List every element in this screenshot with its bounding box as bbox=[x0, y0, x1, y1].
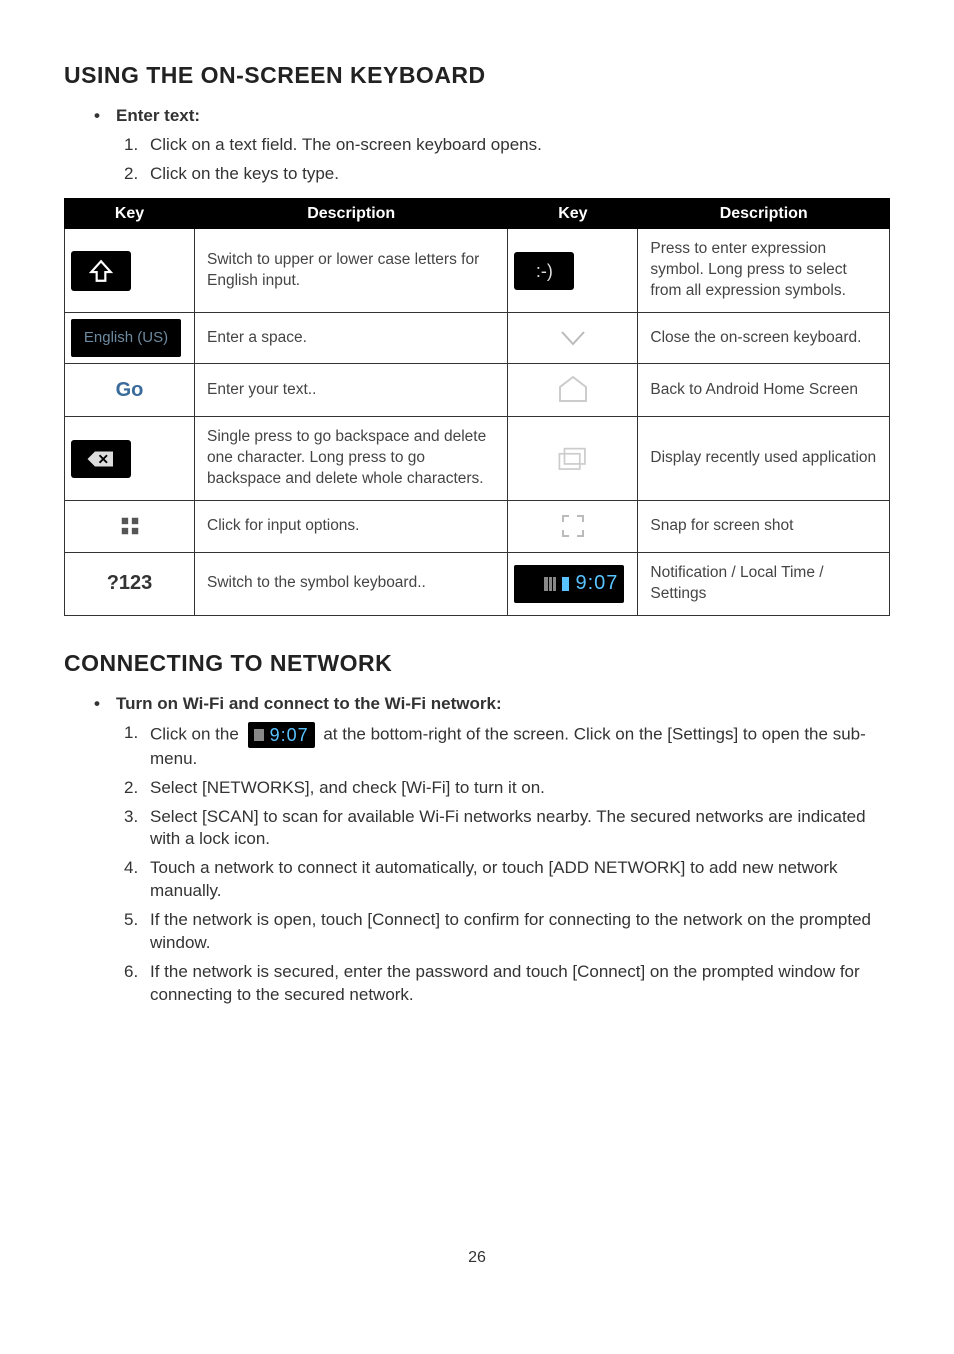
wifi-step-6-text: If the network is secured, enter the pas… bbox=[150, 962, 860, 1004]
status-time: 9:07 bbox=[575, 570, 618, 597]
desc-symbol-kbd: Switch to the symbol keyboard.. bbox=[195, 552, 508, 615]
wifi-step-5: 5.If the network is open, touch [Connect… bbox=[124, 909, 890, 955]
desc-go: Enter your text.. bbox=[195, 364, 508, 417]
inline-status-bar-icon: 9:07 bbox=[248, 722, 315, 748]
desc-home: Back to Android Home Screen bbox=[638, 364, 890, 417]
screenshot-icon bbox=[543, 507, 603, 545]
wifi-steps: 1. Click on the 9:07 at the bottom-right… bbox=[124, 722, 890, 1007]
wifi-step-1: 1. Click on the 9:07 at the bottom-right… bbox=[124, 722, 890, 771]
table-row: English (US) Enter a space. Close the on… bbox=[65, 313, 890, 364]
input-options-icon bbox=[100, 507, 160, 545]
wifi-title: Turn on Wi-Fi and connect to the Wi-Fi n… bbox=[94, 693, 890, 716]
wifi-step-5-text: If the network is open, touch [Connect] … bbox=[150, 910, 871, 952]
recent-apps-icon bbox=[543, 439, 603, 477]
desc-smiley: Press to enter expression symbol. Long p… bbox=[638, 229, 890, 313]
step-2-text: Click on the keys to type. bbox=[150, 164, 339, 183]
wifi-step-3-text: Select [SCAN] to scan for available Wi-F… bbox=[150, 807, 866, 849]
enter-text-block: Enter text: 1.Click on a text field. The… bbox=[94, 105, 890, 186]
desc-backspace: Single press to go backspace and delete … bbox=[195, 417, 508, 501]
wifi-step-4: 4.Touch a network to connect it automati… bbox=[124, 857, 890, 903]
step-1-text: Click on a text field. The on-screen key… bbox=[150, 135, 542, 154]
backspace-key-icon bbox=[71, 440, 131, 478]
smiley-key-icon: :-) bbox=[514, 252, 574, 290]
desc-shift: Switch to upper or lower case letters fo… bbox=[195, 229, 508, 313]
symbol-keyboard-icon: ?123 bbox=[100, 565, 160, 603]
page-number: 26 bbox=[64, 1247, 890, 1269]
inline-signal-icon bbox=[254, 729, 264, 741]
wifi-step-3: 3.Select [SCAN] to scan for available Wi… bbox=[124, 806, 890, 852]
desc-screenshot: Snap for screen shot bbox=[638, 500, 890, 552]
close-keyboard-icon bbox=[543, 319, 603, 357]
wifi-step-2: 2.Select [NETWORKS], and check [Wi-Fi] t… bbox=[124, 777, 890, 800]
wifi-step-4-text: Touch a network to connect it automatica… bbox=[150, 858, 838, 900]
table-row: ?123 Switch to the symbol keyboard.. 9:0… bbox=[65, 552, 890, 615]
status-bar-icon: 9:07 bbox=[514, 565, 624, 603]
enter-text-title: Enter text: bbox=[94, 105, 890, 128]
table-row: Click for input options. Snap for screen… bbox=[65, 500, 890, 552]
section-heading-keyboard: USING THE ON-SCREEN KEYBOARD bbox=[64, 60, 890, 91]
shift-key-icon bbox=[71, 251, 131, 291]
desc-input-options: Click for input options. bbox=[195, 500, 508, 552]
wifi-step-1-pre: Click on the bbox=[150, 724, 239, 743]
signal-bars-icon bbox=[544, 577, 556, 591]
enter-text-steps: 1.Click on a text field. The on-screen k… bbox=[124, 134, 890, 186]
wifi-block: Turn on Wi-Fi and connect to the Wi-Fi n… bbox=[94, 693, 890, 1007]
section-heading-network: CONNECTING TO NETWORK bbox=[64, 648, 890, 679]
wifi-step-6: 6.If the network is secured, enter the p… bbox=[124, 961, 890, 1007]
desc-recent: Display recently used application bbox=[638, 417, 890, 501]
table-row: Single press to go backspace and delete … bbox=[65, 417, 890, 501]
desc-close-kbd: Close the on-screen keyboard. bbox=[638, 313, 890, 364]
keys-table: Key Description Key Description Switch t… bbox=[64, 198, 890, 616]
wifi-step-2-text: Select [NETWORKS], and check [Wi-Fi] to … bbox=[150, 778, 545, 797]
step-2: 2.Click on the keys to type. bbox=[124, 163, 890, 186]
go-key-icon: Go bbox=[100, 371, 160, 409]
th-desc-1: Description bbox=[195, 198, 508, 229]
th-key-2: Key bbox=[508, 198, 638, 229]
step-1: 1.Click on a text field. The on-screen k… bbox=[124, 134, 890, 157]
table-row: Switch to upper or lower case letters fo… bbox=[65, 229, 890, 313]
space-key-icon: English (US) bbox=[71, 319, 181, 357]
inline-time: 9:07 bbox=[270, 723, 309, 747]
home-icon bbox=[543, 370, 603, 408]
desc-space: Enter a space. bbox=[195, 313, 508, 364]
th-desc-2: Description bbox=[638, 198, 890, 229]
table-row: Go Enter your text.. Back to Android Hom… bbox=[65, 364, 890, 417]
desc-status-bar: Notification / Local Time / Settings bbox=[638, 552, 890, 615]
battery-icon bbox=[562, 577, 569, 591]
th-key-1: Key bbox=[65, 198, 195, 229]
